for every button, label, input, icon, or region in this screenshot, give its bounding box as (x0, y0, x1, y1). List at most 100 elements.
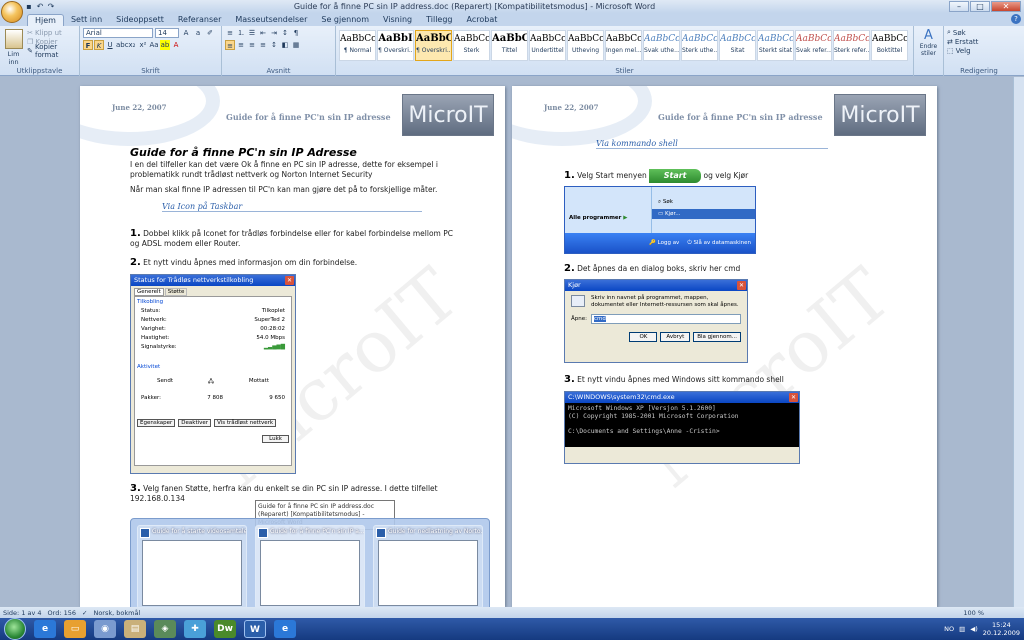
network-tray-icon[interactable]: ▥ (959, 625, 965, 633)
style-item[interactable]: AaBbCcDc Ingen mel... (605, 30, 642, 61)
word-icon[interactable]: W (244, 620, 266, 638)
style-item[interactable]: AaBbCcI Undertittel (529, 30, 566, 61)
undo-icon[interactable]: ↶ (35, 2, 45, 12)
zoom-level[interactable]: 100 % (963, 609, 1024, 617)
paragraph-group-label: Avsnitt (266, 67, 291, 75)
style-item[interactable]: AaBbCc Boktittel (871, 30, 908, 61)
grow-font-icon[interactable]: A (181, 28, 191, 38)
style-item[interactable]: AaBbCcI Sterk (453, 30, 490, 61)
network-icon[interactable]: ✚ (184, 620, 206, 638)
app-icon[interactable]: ◈ (154, 620, 176, 638)
select-button[interactable]: ⬚ Velg (947, 46, 1011, 55)
tab-se-gjennom[interactable]: Se gjennom (314, 14, 376, 26)
subheading-taskbar: Via Icon på Taskbar (162, 202, 423, 212)
style-item[interactable]: AaBbCcI Sterkt sitat (757, 30, 794, 61)
style-item[interactable]: AaBbC ¶ Overskri... (415, 30, 452, 61)
font-size-field[interactable]: 14 (155, 28, 179, 38)
multilevel-list-icon[interactable]: ☰ (247, 28, 257, 38)
minimize-button[interactable]: – (949, 1, 969, 12)
font-color-icon[interactable]: A (171, 40, 181, 50)
paste-button[interactable]: Lim inn (3, 28, 24, 66)
explorer-icon[interactable]: ▤ (124, 620, 146, 638)
language-indicator-tray[interactable]: NO (944, 625, 954, 633)
sort-icon[interactable]: ↕ (280, 28, 290, 38)
maximize-button[interactable]: □ (970, 1, 990, 12)
page-count[interactable]: Side: 1 av 4 (3, 609, 42, 617)
language-indicator[interactable]: Norsk, bokmål (93, 609, 140, 617)
vertical-scrollbar[interactable] (1013, 77, 1024, 607)
find-button[interactable]: ⌕ Søk (947, 28, 1011, 37)
binoculars-icon: ⌕ (947, 28, 951, 36)
close-button[interactable]: ✕ (991, 1, 1021, 12)
style-item[interactable]: AaBbI ¶ Overskri... (377, 30, 414, 61)
change-styles-label[interactable]: Endre stiler (917, 43, 940, 57)
save-icon[interactable]: ▪ (24, 2, 34, 12)
received-label: Mottatt (248, 378, 269, 384)
borders-icon[interactable]: ▦ (291, 40, 301, 50)
ie-window-icon[interactable]: e (274, 620, 296, 638)
tab-tillegg[interactable]: Tillegg (419, 14, 459, 26)
italic-icon[interactable]: K (94, 40, 104, 50)
thumbnail-2-title: Guide for å finne PC'n sin IP a... (256, 526, 364, 538)
justify-icon[interactable]: ≡ (258, 40, 268, 50)
decrease-indent-icon[interactable]: ⇤ (258, 28, 268, 38)
tab-acrobat[interactable]: Acrobat (460, 14, 505, 26)
change-case-icon[interactable]: Aa (149, 40, 159, 50)
office-button[interactable] (1, 1, 23, 23)
tab-referanser[interactable]: Referanser (171, 14, 229, 26)
thumbnail-window-2[interactable]: Guide for å finne PC'n sin IP a... (255, 525, 365, 609)
thumbnail-window-1[interactable]: Guide for å starte videosamtale i... (137, 525, 247, 609)
underline-icon[interactable]: U (105, 40, 115, 50)
replace-button[interactable]: ⇄ Erstatt (947, 37, 1011, 46)
dreamweaver-icon[interactable]: Dw (214, 620, 236, 638)
ie-icon[interactable]: e (34, 620, 56, 638)
proofing-icon[interactable]: ✓ (82, 609, 87, 617)
align-center-icon[interactable]: ≡ (236, 40, 246, 50)
show-marks-icon[interactable]: ¶ (291, 28, 301, 38)
redo-icon[interactable]: ↷ (46, 2, 56, 12)
bullets-icon[interactable]: ≡ (225, 28, 235, 38)
cmd-window-screenshot: C:\WINDOWS\system32\cmd.exe ✕ Microsoft W… (564, 391, 800, 464)
increase-indent-icon[interactable]: ⇥ (269, 28, 279, 38)
tab-visning[interactable]: Visning (376, 14, 419, 26)
cut-button[interactable]: ✂ Klipp ut (27, 28, 76, 37)
style-item[interactable]: AaBbC Tittel (491, 30, 528, 61)
strikethrough-icon[interactable]: abc (116, 40, 129, 50)
style-item[interactable]: AaBbCc Svak refer... (795, 30, 832, 61)
style-sample: AaBbCc (796, 34, 832, 44)
change-styles-icon[interactable]: A (917, 28, 940, 43)
help-icon[interactable]: ? (1011, 14, 1021, 24)
style-item[interactable]: AaBbCcI Sterk uthe... (681, 30, 718, 61)
style-item[interactable]: AaBbCc Sterk refer... (833, 30, 870, 61)
style-item[interactable]: AaBbCcI Sitat (719, 30, 756, 61)
shading-icon[interactable]: ◧ (280, 40, 290, 50)
font-name-field[interactable]: Arial (83, 28, 153, 38)
format-painter-button[interactable]: ✎ Kopier format (27, 43, 76, 59)
subscript-icon[interactable]: x₂ (127, 40, 137, 50)
line-spacing-icon[interactable]: ↕ (269, 40, 279, 50)
align-right-icon[interactable]: ≡ (247, 40, 257, 50)
clear-format-icon[interactable]: ✐ (205, 28, 215, 38)
tab-sideoppsett[interactable]: Sideoppsett (109, 14, 171, 26)
clock[interactable]: 15:24 20.12.2009 (983, 621, 1020, 637)
page-2[interactable]: MicroIT June 22, 2007 Guide for å finne … (512, 86, 937, 607)
align-left-icon[interactable]: ≡ (225, 40, 235, 50)
highlight-icon[interactable]: ab (160, 40, 170, 50)
style-item[interactable]: AaBbCcI Svak uthe... (643, 30, 680, 61)
style-item[interactable]: AaBbCcI ¶ Normal (339, 30, 376, 61)
folder-icon[interactable]: ▭ (64, 620, 86, 638)
start-orb[interactable] (4, 618, 26, 640)
superscript-icon[interactable]: x² (138, 40, 148, 50)
numbering-icon[interactable]: ⒈ (236, 28, 246, 38)
style-item[interactable]: AaBbCcI Utheving (567, 30, 604, 61)
thumbnail-window-3[interactable]: Guide for nedlastning av Norto... (373, 525, 483, 609)
shrink-font-icon[interactable]: a (193, 28, 203, 38)
header-date: June 22, 2007 (544, 103, 599, 112)
messenger-icon[interactable]: ◉ (94, 620, 116, 638)
volume-icon[interactable]: ◀) (970, 625, 978, 633)
tab-sett-inn[interactable]: Sett inn (64, 14, 109, 26)
style-sample: AaBbCcI (720, 34, 756, 44)
tab-masseutsendelser[interactable]: Masseutsendelser (228, 14, 314, 26)
word-count[interactable]: Ord: 156 (48, 609, 76, 617)
bold-icon[interactable]: F (83, 40, 93, 50)
